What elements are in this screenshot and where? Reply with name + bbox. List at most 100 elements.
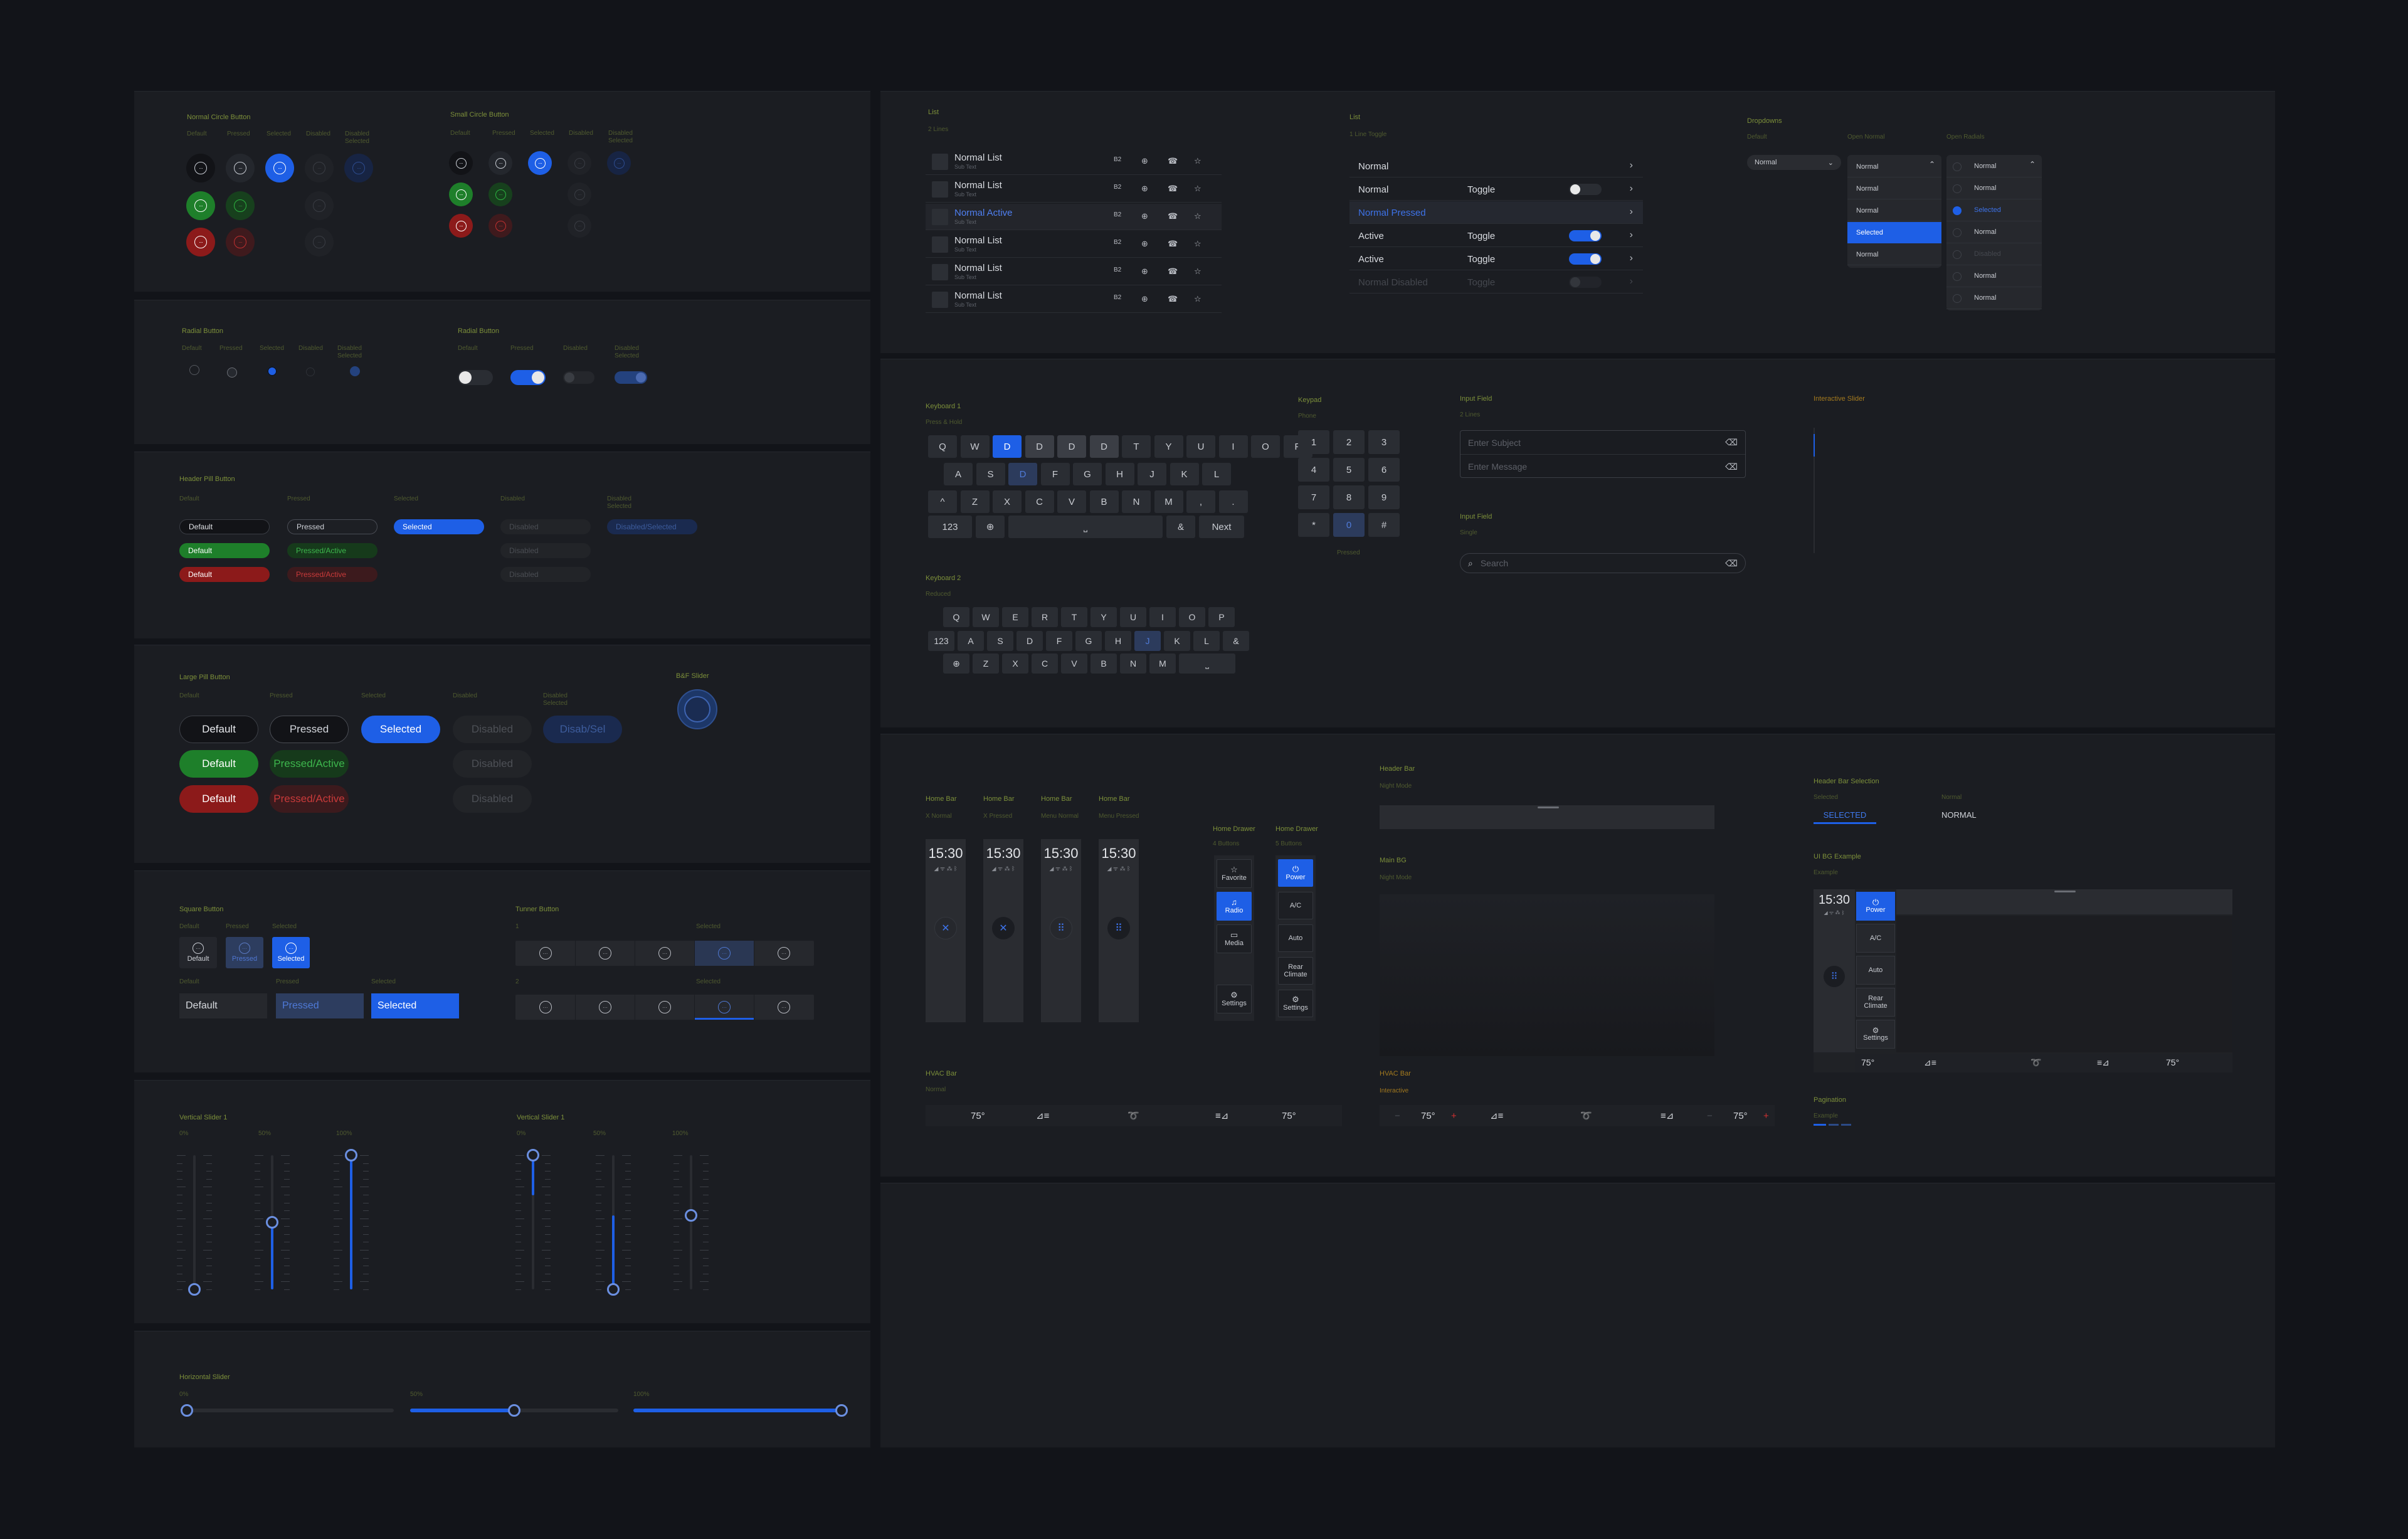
key[interactable]: L	[1202, 463, 1231, 485]
key[interactable]: U	[1120, 607, 1146, 627]
keypad-key[interactable]: 0	[1333, 513, 1365, 537]
dropdown-option[interactable]: Normal	[1847, 200, 1941, 221]
fan-icon[interactable]: ➰	[1580, 1110, 1592, 1121]
key[interactable]: Z	[973, 653, 999, 674]
key[interactable]: T	[1122, 435, 1151, 458]
drawer-button[interactable]: Rear Climate	[1856, 988, 1895, 1017]
wide-square-selected[interactable]: Selected	[371, 993, 459, 1018]
keypad-key[interactable]: *	[1298, 513, 1329, 537]
drawer-button[interactable]: ⏻ Power	[1856, 892, 1895, 921]
list-item[interactable]: Normal List Sub Text B2 ⊕ ☎ ☆	[926, 259, 1222, 285]
key[interactable]: U	[1186, 435, 1215, 458]
key[interactable]: F	[1046, 631, 1072, 651]
star-icon[interactable]: ☆	[1194, 211, 1201, 221]
key[interactable]: W	[960, 435, 990, 458]
toggle-list-row[interactable]: Normal Disabled Toggle ›	[1349, 271, 1643, 294]
dropdown-option[interactable]: Selected	[1847, 222, 1941, 243]
large-pill-selected[interactable]: Selected	[361, 716, 440, 743]
fan-icon[interactable]: ➰	[2030, 1057, 2041, 1068]
key[interactable]: T	[1061, 607, 1087, 627]
drag-handle[interactable]	[2054, 891, 2076, 892]
page-indicator-active[interactable]	[1814, 1124, 1826, 1126]
small-circle-pressed[interactable]: ···	[488, 151, 512, 175]
subject-field[interactable]: Enter Subject ⌫	[1460, 431, 1745, 455]
temp-left[interactable]: 75°	[971, 1111, 985, 1121]
horizontal-slider-0[interactable]	[181, 1404, 394, 1417]
drawer-button[interactable]: ⚙ Settings	[1856, 1020, 1895, 1049]
slider-thumb[interactable]	[527, 1149, 539, 1161]
vertical-slider[interactable]	[514, 1149, 552, 1290]
dropdown-radial-option[interactable]: Normal	[1946, 156, 2042, 177]
menu-grid-icon[interactable]: ⠿	[1050, 917, 1072, 939]
keypad-key[interactable]: 2	[1333, 430, 1365, 454]
key[interactable]: M	[1154, 490, 1183, 513]
large-pill-default[interactable]: Default	[179, 716, 258, 743]
key[interactable]: B	[1089, 490, 1119, 513]
phone-icon[interactable]: ☎	[1168, 294, 1178, 304]
bf-slider-knob[interactable]	[677, 689, 717, 729]
dropdown-open-radials[interactable]: Normal Normal Selected Normal Disabled Normal…	[1946, 155, 2042, 310]
key[interactable]: D	[1057, 435, 1086, 458]
seat-heat-icon[interactable]: ⊿≡	[1924, 1057, 1936, 1068]
vertical-slider[interactable]	[594, 1155, 632, 1296]
phone-icon[interactable]: ☎	[1168, 267, 1178, 277]
key[interactable]: D	[1089, 435, 1119, 458]
large-pill-green-pressed[interactable]: Pressed/Active	[270, 750, 349, 778]
key[interactable]: X	[1002, 653, 1028, 674]
large-pill-pressed[interactable]: Pressed	[270, 716, 349, 743]
key[interactable]: D	[1025, 435, 1054, 458]
circle-button-pressed[interactable]: ···	[226, 154, 255, 182]
key[interactable]: 123	[928, 631, 954, 651]
key[interactable]: B	[1090, 653, 1117, 674]
message-field[interactable]: Enter Message ⌫	[1460, 455, 1745, 479]
phone-icon[interactable]: ☎	[1168, 184, 1178, 194]
key[interactable]: P	[1208, 607, 1235, 627]
fan-icon[interactable]: ➰	[1127, 1110, 1139, 1121]
dropdown-option[interactable]: Normal	[1847, 156, 1941, 177]
circle-button-red-pressed[interactable]: ···	[226, 228, 255, 256]
circle-button-selected[interactable]: ···	[265, 154, 294, 182]
drag-handle[interactable]	[1538, 807, 1559, 808]
drawer-button[interactable]: A/C	[1856, 924, 1895, 953]
clear-icon[interactable]: ⌫	[1725, 437, 1738, 448]
wide-square-pressed[interactable]: Pressed	[276, 993, 364, 1018]
close-icon[interactable]: ✕	[992, 917, 1015, 939]
chevron-right-icon[interactable]: ›	[1630, 276, 1633, 287]
toggle-switch[interactable]	[1569, 230, 1602, 241]
search-input[interactable]: ⌕ Search ⌫	[1460, 553, 1746, 573]
key[interactable]: D	[993, 435, 1022, 458]
chevron-right-icon[interactable]: ›	[1630, 183, 1633, 194]
key[interactable]: N	[1120, 653, 1146, 674]
vertical-slider[interactable]	[672, 1155, 710, 1290]
next-key[interactable]: Next	[1199, 516, 1244, 538]
key[interactable]: G	[1073, 463, 1102, 485]
seat-heat-icon[interactable]: ≡⊿	[2097, 1057, 2110, 1068]
seat-heat-icon[interactable]: ≡⊿	[1215, 1110, 1228, 1121]
list-item[interactable]: Normal List Sub Text B2 ⊕ ☎ ☆	[926, 176, 1222, 203]
key[interactable]: K	[1170, 463, 1199, 485]
key[interactable]: O	[1251, 435, 1280, 458]
tuner-button[interactable]: ···	[694, 941, 754, 966]
key[interactable]: D	[1008, 463, 1037, 485]
phone-icon[interactable]: ☎	[1168, 239, 1178, 249]
temp-left[interactable]: 75°	[1861, 1057, 1874, 1067]
chevron-right-icon[interactable]: ›	[1630, 230, 1633, 241]
tuner-button[interactable]: ···	[635, 995, 694, 1020]
small-circle-green-pressed[interactable]: ···	[488, 182, 512, 206]
small-circle-red[interactable]: ···	[449, 214, 473, 238]
key[interactable]: R	[1032, 607, 1058, 627]
square-button-default[interactable]: ··· Default	[179, 937, 217, 968]
toggle-list-row[interactable]: Normal Pressed ›	[1349, 201, 1643, 224]
page-indicator[interactable]	[1841, 1124, 1851, 1126]
tuner-button[interactable]: ···	[575, 941, 635, 966]
key[interactable]: ⎵	[1179, 653, 1235, 674]
square-button-selected[interactable]: ··· Selected	[272, 937, 310, 968]
radial-pressed[interactable]	[227, 368, 237, 378]
chevron-up-icon[interactable]: ⌃	[1929, 160, 1935, 169]
key[interactable]: S	[976, 463, 1005, 485]
interactive-slider-track[interactable]	[1814, 428, 1815, 553]
large-pill-red[interactable]: Default	[179, 785, 258, 813]
key[interactable]: 123	[928, 516, 972, 538]
vertical-slider[interactable]	[253, 1155, 291, 1290]
keypad-key[interactable]: 3	[1368, 430, 1400, 454]
